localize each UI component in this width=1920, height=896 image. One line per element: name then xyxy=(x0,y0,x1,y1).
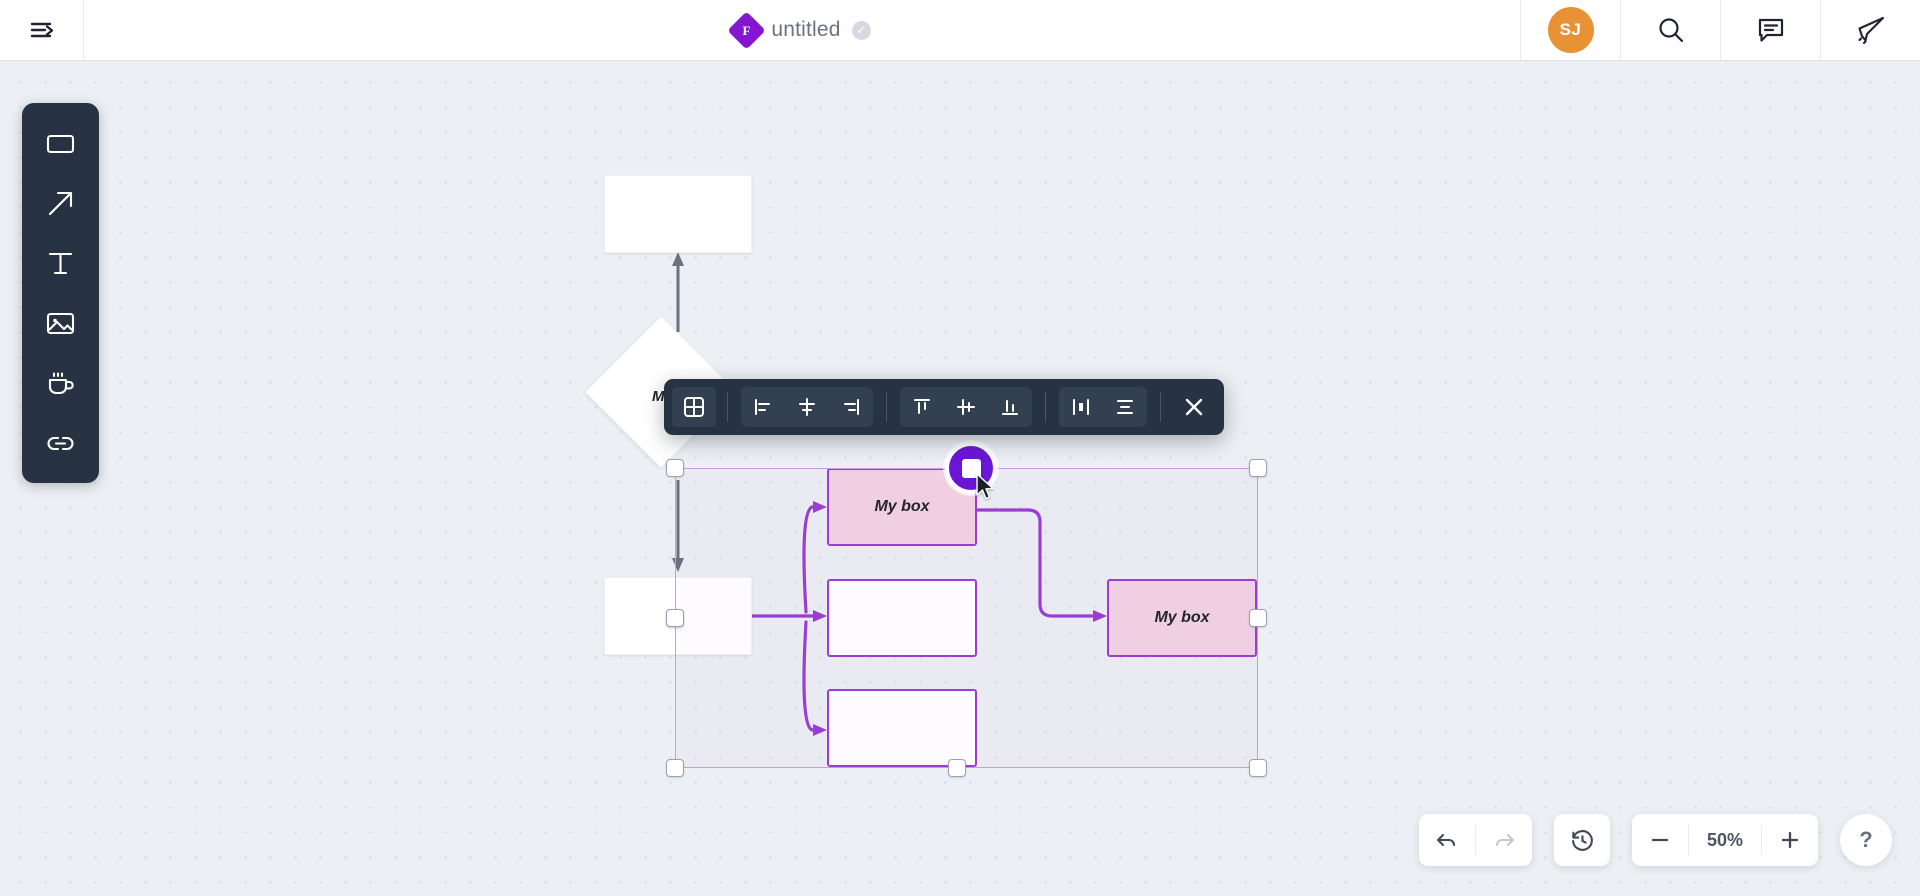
app-header: F untitled ✓ SJ xyxy=(0,0,1920,60)
toolbar-divider-4 xyxy=(1160,392,1161,422)
avatar[interactable]: SJ xyxy=(1547,7,1594,53)
align-bottom-icon[interactable] xyxy=(988,387,1032,427)
app-logo-letter: F xyxy=(742,21,751,37)
resize-handle-sw[interactable] xyxy=(666,759,684,777)
bottom-controls: 50% ? xyxy=(1419,814,1892,866)
document-title-group: F untitled ✓ xyxy=(84,0,1520,60)
node-top-white-box[interactable] xyxy=(604,175,752,253)
app-root: M My box My box 50% ? F untitled ✓ SJ xyxy=(0,0,1920,896)
resize-handle-w-inner[interactable] xyxy=(666,609,684,627)
horizontal-align-group xyxy=(741,387,873,427)
toolbar-divider-3 xyxy=(1045,392,1046,422)
image-icon[interactable] xyxy=(22,293,99,353)
selection-frame[interactable] xyxy=(675,468,1258,768)
app-logo-diamond-icon: F xyxy=(727,10,766,50)
zoom-group: 50% xyxy=(1632,814,1818,866)
resize-handle-ne[interactable] xyxy=(1249,459,1267,477)
resize-handle-se[interactable] xyxy=(1249,759,1267,777)
avatar-cell: SJ xyxy=(1520,0,1620,60)
align-top-icon[interactable] xyxy=(900,387,944,427)
undo-redo-group xyxy=(1419,814,1532,866)
distribute-group xyxy=(1059,387,1147,427)
toolbar-divider-2 xyxy=(886,392,887,422)
align-middle-vertical-icon[interactable] xyxy=(944,387,988,427)
coffee-cup-icon[interactable] xyxy=(22,353,99,413)
diagram-canvas[interactable]: M My box My box 50% ? xyxy=(0,60,1920,896)
document-title[interactable]: untitled xyxy=(771,18,840,42)
grid-four-icon[interactable] xyxy=(672,387,716,427)
distribute-horizontal-icon[interactable] xyxy=(1059,387,1103,427)
arrow-up-right-icon[interactable] xyxy=(22,173,99,233)
history-clock-icon[interactable] xyxy=(1554,814,1610,866)
align-left-icon[interactable] xyxy=(741,387,785,427)
close-x-icon[interactable] xyxy=(1172,387,1216,427)
plus-icon[interactable] xyxy=(1762,814,1818,866)
help-button[interactable]: ? xyxy=(1840,814,1892,866)
hamburger-arrow-icon[interactable] xyxy=(0,0,84,60)
link-icon[interactable] xyxy=(22,413,99,473)
align-center-horizontal-icon[interactable] xyxy=(785,387,829,427)
resize-handle-e[interactable] xyxy=(1249,609,1267,627)
history-group xyxy=(1554,814,1610,866)
vertical-align-group xyxy=(900,387,1032,427)
resize-handle-nw[interactable] xyxy=(666,459,684,477)
comment-icon[interactable] xyxy=(1720,0,1820,60)
arrowhead-up xyxy=(672,252,684,266)
tool-rail xyxy=(22,103,99,483)
resize-handle-s[interactable] xyxy=(947,759,966,777)
distribute-vertical-icon[interactable] xyxy=(1103,387,1147,427)
toolbar-divider-1 xyxy=(727,392,728,422)
redo-arrow-icon[interactable] xyxy=(1476,814,1532,866)
move-knob-square xyxy=(961,458,981,478)
minus-icon[interactable] xyxy=(1632,814,1688,866)
node-label-decision-diamond: M xyxy=(652,388,665,405)
zoom-level-label[interactable]: 50% xyxy=(1689,830,1761,851)
align-right-icon[interactable] xyxy=(829,387,873,427)
search-icon[interactable] xyxy=(1620,0,1720,60)
move-knob-icon[interactable] xyxy=(945,442,997,494)
rectangle-icon[interactable] xyxy=(22,113,99,173)
send-plane-icon[interactable] xyxy=(1820,0,1920,60)
text-t-icon[interactable] xyxy=(22,233,99,293)
undo-arrow-icon[interactable] xyxy=(1419,814,1475,866)
check-circle-icon: ✓ xyxy=(851,20,871,40)
align-toolbar[interactable] xyxy=(664,379,1224,435)
